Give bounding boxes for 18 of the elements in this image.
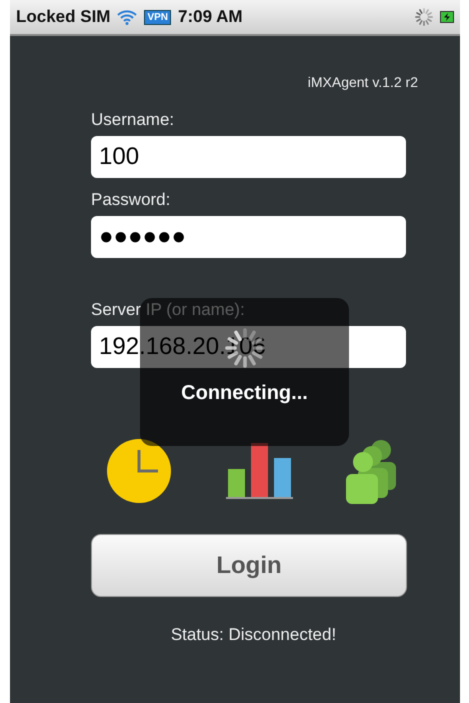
input-field[interactable]: ●●●●●● (91, 216, 406, 258)
clock-time: 7:09 AM (178, 7, 243, 27)
wifi-icon (117, 10, 138, 24)
version-label: iMXAgent v.1.2 r2 (308, 74, 418, 90)
carrier-label: Locked SIM (16, 7, 110, 27)
field-label: Server IP (or name): (91, 300, 246, 320)
login-button[interactable]: Login (91, 534, 407, 597)
vpn-badge: VPN (144, 10, 172, 24)
users-icon[interactable] (346, 438, 396, 504)
bar-chart-icon[interactable] (226, 442, 292, 500)
field-label: Username: (91, 110, 176, 130)
battery-charging-icon (440, 11, 454, 23)
activity-spinner-icon (415, 8, 433, 26)
connecting-message: Connecting... (181, 382, 308, 405)
clock-icon[interactable] (106, 438, 172, 504)
connection-status: Status: Disconnected! (170, 625, 336, 645)
field-label: Password: (91, 190, 172, 210)
input-field[interactable]: 100 (91, 136, 406, 178)
